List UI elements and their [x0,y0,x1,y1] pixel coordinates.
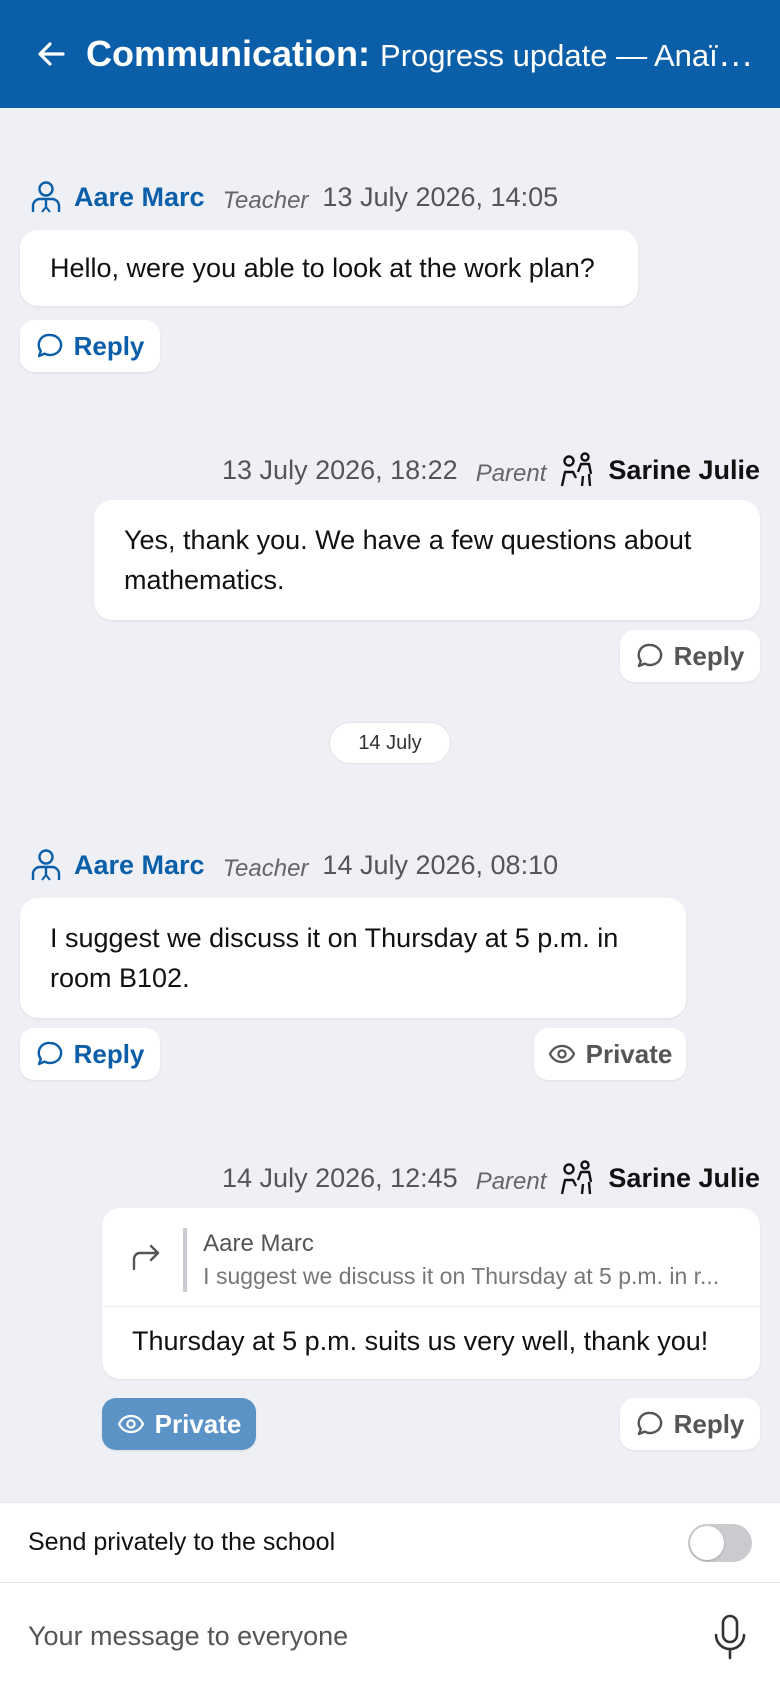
parent-child-icon [560,452,596,488]
message-bubble: Yes, thank you. We have a few questions … [94,500,760,620]
message-datetime: 13 July 2026, 14:05 [322,181,559,212]
quoted-message[interactable]: Aare Marc I suggest we discuss it on Thu… [102,1208,760,1307]
composer: Send privately to the school [0,1502,780,1688]
speech-bubble-icon [37,333,62,358]
message-datetime: 13 July 2026, 18:22 [222,454,458,485]
author-role: Teacher [222,187,309,214]
message-bubble: I suggest we discuss it on Thursday at 5… [20,898,686,1018]
reply-button[interactable]: Reply [20,1028,160,1080]
message-text: I suggest we discuss it on Thursday at 5… [50,923,619,993]
message-input[interactable] [28,1621,668,1652]
message-input-row [0,1584,780,1688]
parent-child-icon [560,1160,596,1196]
back-arrow-icon[interactable] [26,29,76,79]
microphone-icon[interactable] [708,1612,752,1662]
message-meta: Aare Marc Teacher 14 July 2026, 08:10 [30,848,558,882]
message-meta: Aare Marc Teacher 13 July 2026, 14:05 [30,180,558,214]
speech-bubble-icon [637,643,662,668]
private-toggle-label: Send privately to the school [28,1528,336,1556]
author-name: Sarine Julie [608,454,760,485]
toggle-knob [690,1525,724,1560]
quote-author: Aare Marc [203,1230,314,1257]
message-datetime: 14 July 2026, 08:10 [322,849,559,880]
author-role: Teacher [222,855,309,882]
speech-bubble-icon [637,1411,662,1436]
message-meta: 13 July 2026, 18:22 Parent Sarine Julie [222,452,760,488]
quote-text: I suggest we discuss it on Thursday at 5… [203,1263,720,1289]
reply-button[interactable]: Reply [20,320,160,372]
author-role: Parent [475,460,547,487]
teacher-icon [30,180,62,214]
message-text: Thursday at 5 p.m. suits us very well, t… [132,1326,709,1356]
author-role: Parent [475,1168,547,1195]
reply-button[interactable]: Reply [620,630,760,682]
eye-icon [117,1414,144,1434]
author-name: Sarine Julie [608,1162,760,1193]
speech-bubble-icon [37,1041,62,1066]
reply-arrow-icon [130,1242,169,1282]
message-meta: 14 July 2026, 12:45 Parent Sarine Julie [222,1160,760,1196]
date-divider: 14 July [329,722,451,764]
author-name: Aare Marc [74,181,205,212]
teacher-icon [30,848,62,882]
message-text: Yes, thank you. We have a few questions … [124,525,692,595]
author-name: Aare Marc [74,849,205,880]
private-button[interactable]: Private [534,1028,686,1080]
private-toggle[interactable] [688,1523,752,1562]
message-datetime: 14 July 2026, 12:45 [222,1162,458,1193]
page-title: Communication: Progress update — Anaïs .… [86,33,756,74]
message-bubble: Aare Marc I suggest we discuss it on Thu… [102,1208,760,1379]
message-text: Hello, were you able to look at the work… [50,253,595,283]
private-button-active[interactable]: Private [102,1398,256,1450]
app-header: Communication: Progress update — Anaïs .… [0,0,780,108]
reply-button[interactable]: Reply [620,1398,760,1450]
eye-icon [548,1044,575,1064]
message-bubble: Hello, were you able to look at the work… [20,230,638,306]
private-toggle-row: Send privately to the school [0,1503,780,1583]
